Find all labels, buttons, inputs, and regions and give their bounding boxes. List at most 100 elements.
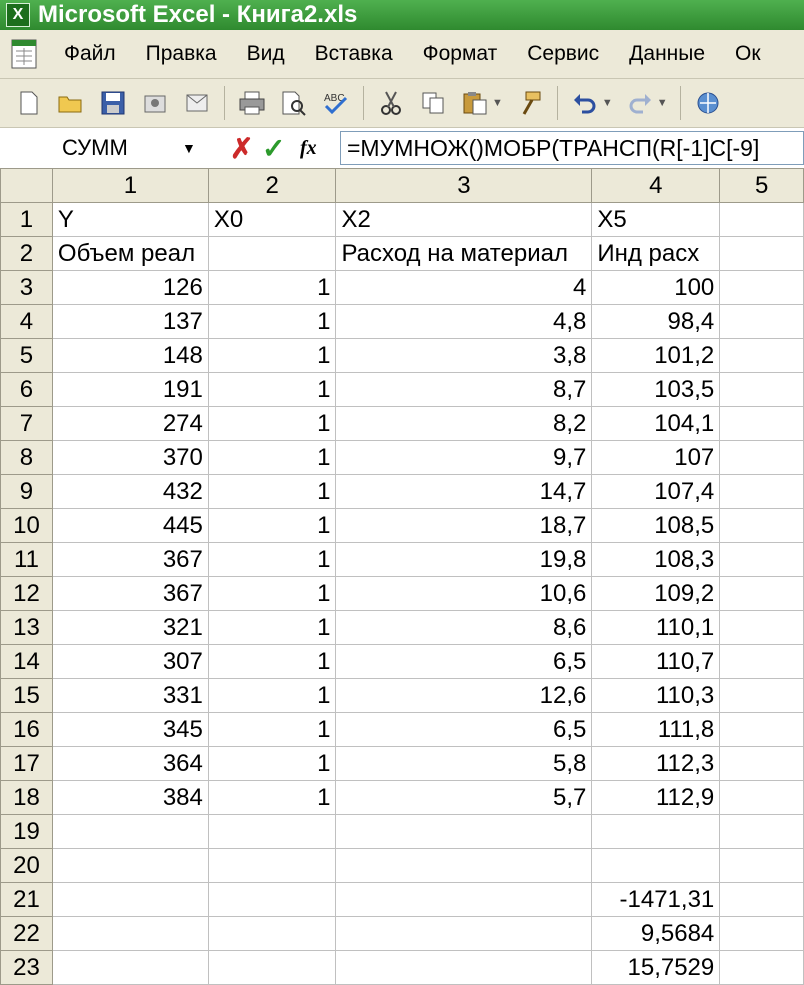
new-icon[interactable] [14,88,44,118]
cell[interactable]: 321 [51,610,209,645]
cell[interactable] [719,372,804,407]
cell[interactable]: 10,6 [335,576,593,611]
name-box-dropdown-icon[interactable]: ▼ [182,140,196,156]
cell[interactable]: 1 [207,576,337,611]
cell[interactable] [51,916,209,951]
cell[interactable] [207,950,337,985]
cell[interactable]: 384 [51,780,209,815]
cell[interactable]: 191 [51,372,209,407]
print-preview-icon[interactable] [279,88,309,118]
cell[interactable] [51,814,209,849]
undo-dropdown-icon[interactable]: ▼ [602,97,613,109]
print-icon[interactable] [237,88,267,118]
cell[interactable]: 8,2 [335,406,593,441]
column-header[interactable]: 5 [719,168,804,203]
cell[interactable]: 1 [207,474,337,509]
paste-icon[interactable] [460,88,490,118]
cell[interactable] [719,338,804,373]
row-header[interactable]: 13 [0,610,53,645]
cell[interactable]: 1 [207,508,337,543]
row-header[interactable]: 19 [0,814,53,849]
cell[interactable] [719,610,804,645]
row-header[interactable]: 18 [0,780,53,815]
cell[interactable]: 107,4 [591,474,721,509]
cell[interactable] [719,270,804,305]
cell[interactable] [719,678,804,713]
cell[interactable] [207,882,337,917]
cell[interactable] [719,236,804,271]
cell[interactable]: 8,7 [335,372,593,407]
cell[interactable]: 14,7 [335,474,593,509]
cell[interactable]: 6,5 [335,644,593,679]
row-header[interactable]: 5 [0,338,53,373]
cell[interactable] [719,508,804,543]
cell[interactable]: 108,3 [591,542,721,577]
cell[interactable] [719,712,804,747]
cell[interactable] [51,882,209,917]
cell[interactable]: 108,5 [591,508,721,543]
column-header[interactable]: 1 [51,168,209,203]
cell[interactable] [591,814,721,849]
cell[interactable]: 1 [207,746,337,781]
cell[interactable]: 274 [51,406,209,441]
cell[interactable] [719,440,804,475]
cell[interactable]: Инд расх [591,236,721,271]
row-header[interactable]: 6 [0,372,53,407]
cell[interactable] [335,848,593,883]
column-header[interactable]: 2 [207,168,337,203]
cell[interactable]: 101,2 [591,338,721,373]
row-header[interactable]: 23 [0,950,53,985]
cell[interactable]: 109,2 [591,576,721,611]
name-box[interactable]: СУММ ▼ [12,131,212,165]
row-header[interactable]: 12 [0,576,53,611]
row-header[interactable]: 11 [0,542,53,577]
cell[interactable]: 111,8 [591,712,721,747]
cell[interactable] [719,576,804,611]
cell[interactable]: 367 [51,576,209,611]
cell[interactable]: X2 [335,202,593,237]
cell[interactable]: 370 [51,440,209,475]
cell[interactable]: 4,8 [335,304,593,339]
cell[interactable]: 1 [207,678,337,713]
row-header[interactable]: 10 [0,508,53,543]
cell[interactable] [591,848,721,883]
cell[interactable]: Объем реал [51,236,209,271]
cell[interactable] [207,814,337,849]
workbook-icon[interactable] [8,37,42,71]
row-header[interactable]: 2 [0,236,53,271]
cell[interactable]: 1 [207,542,337,577]
cell[interactable] [719,304,804,339]
cell[interactable] [719,746,804,781]
cell[interactable] [335,950,593,985]
cell[interactable] [207,236,337,271]
permission-icon[interactable] [140,88,170,118]
cell[interactable]: 6,5 [335,712,593,747]
cell[interactable]: 5,7 [335,780,593,815]
row-header[interactable]: 7 [0,406,53,441]
redo-dropdown-icon[interactable]: ▼ [657,97,668,109]
menu-edit[interactable]: Правка [146,42,217,66]
cell[interactable]: 110,7 [591,644,721,679]
cell[interactable]: 110,1 [591,610,721,645]
cell[interactable]: 107 [591,440,721,475]
cell[interactable]: Расход на материал [335,236,593,271]
cell[interactable]: 18,7 [335,508,593,543]
cell[interactable]: 104,1 [591,406,721,441]
cell[interactable]: 364 [51,746,209,781]
cell[interactable]: 15,7529 [591,950,721,985]
row-header[interactable]: 8 [0,440,53,475]
row-header[interactable]: 16 [0,712,53,747]
cell[interactable]: 100 [591,270,721,305]
cell[interactable]: 9,7 [335,440,593,475]
cell[interactable] [719,202,804,237]
row-header[interactable]: 1 [0,202,53,237]
cell[interactable]: -1471,31 [591,882,721,917]
cell[interactable]: 148 [51,338,209,373]
row-header[interactable]: 15 [0,678,53,713]
cell[interactable]: 1 [207,338,337,373]
cell[interactable]: 3,8 [335,338,593,373]
cell[interactable]: 126 [51,270,209,305]
cell[interactable]: 8,6 [335,610,593,645]
cell[interactable] [719,406,804,441]
save-icon[interactable] [98,88,128,118]
